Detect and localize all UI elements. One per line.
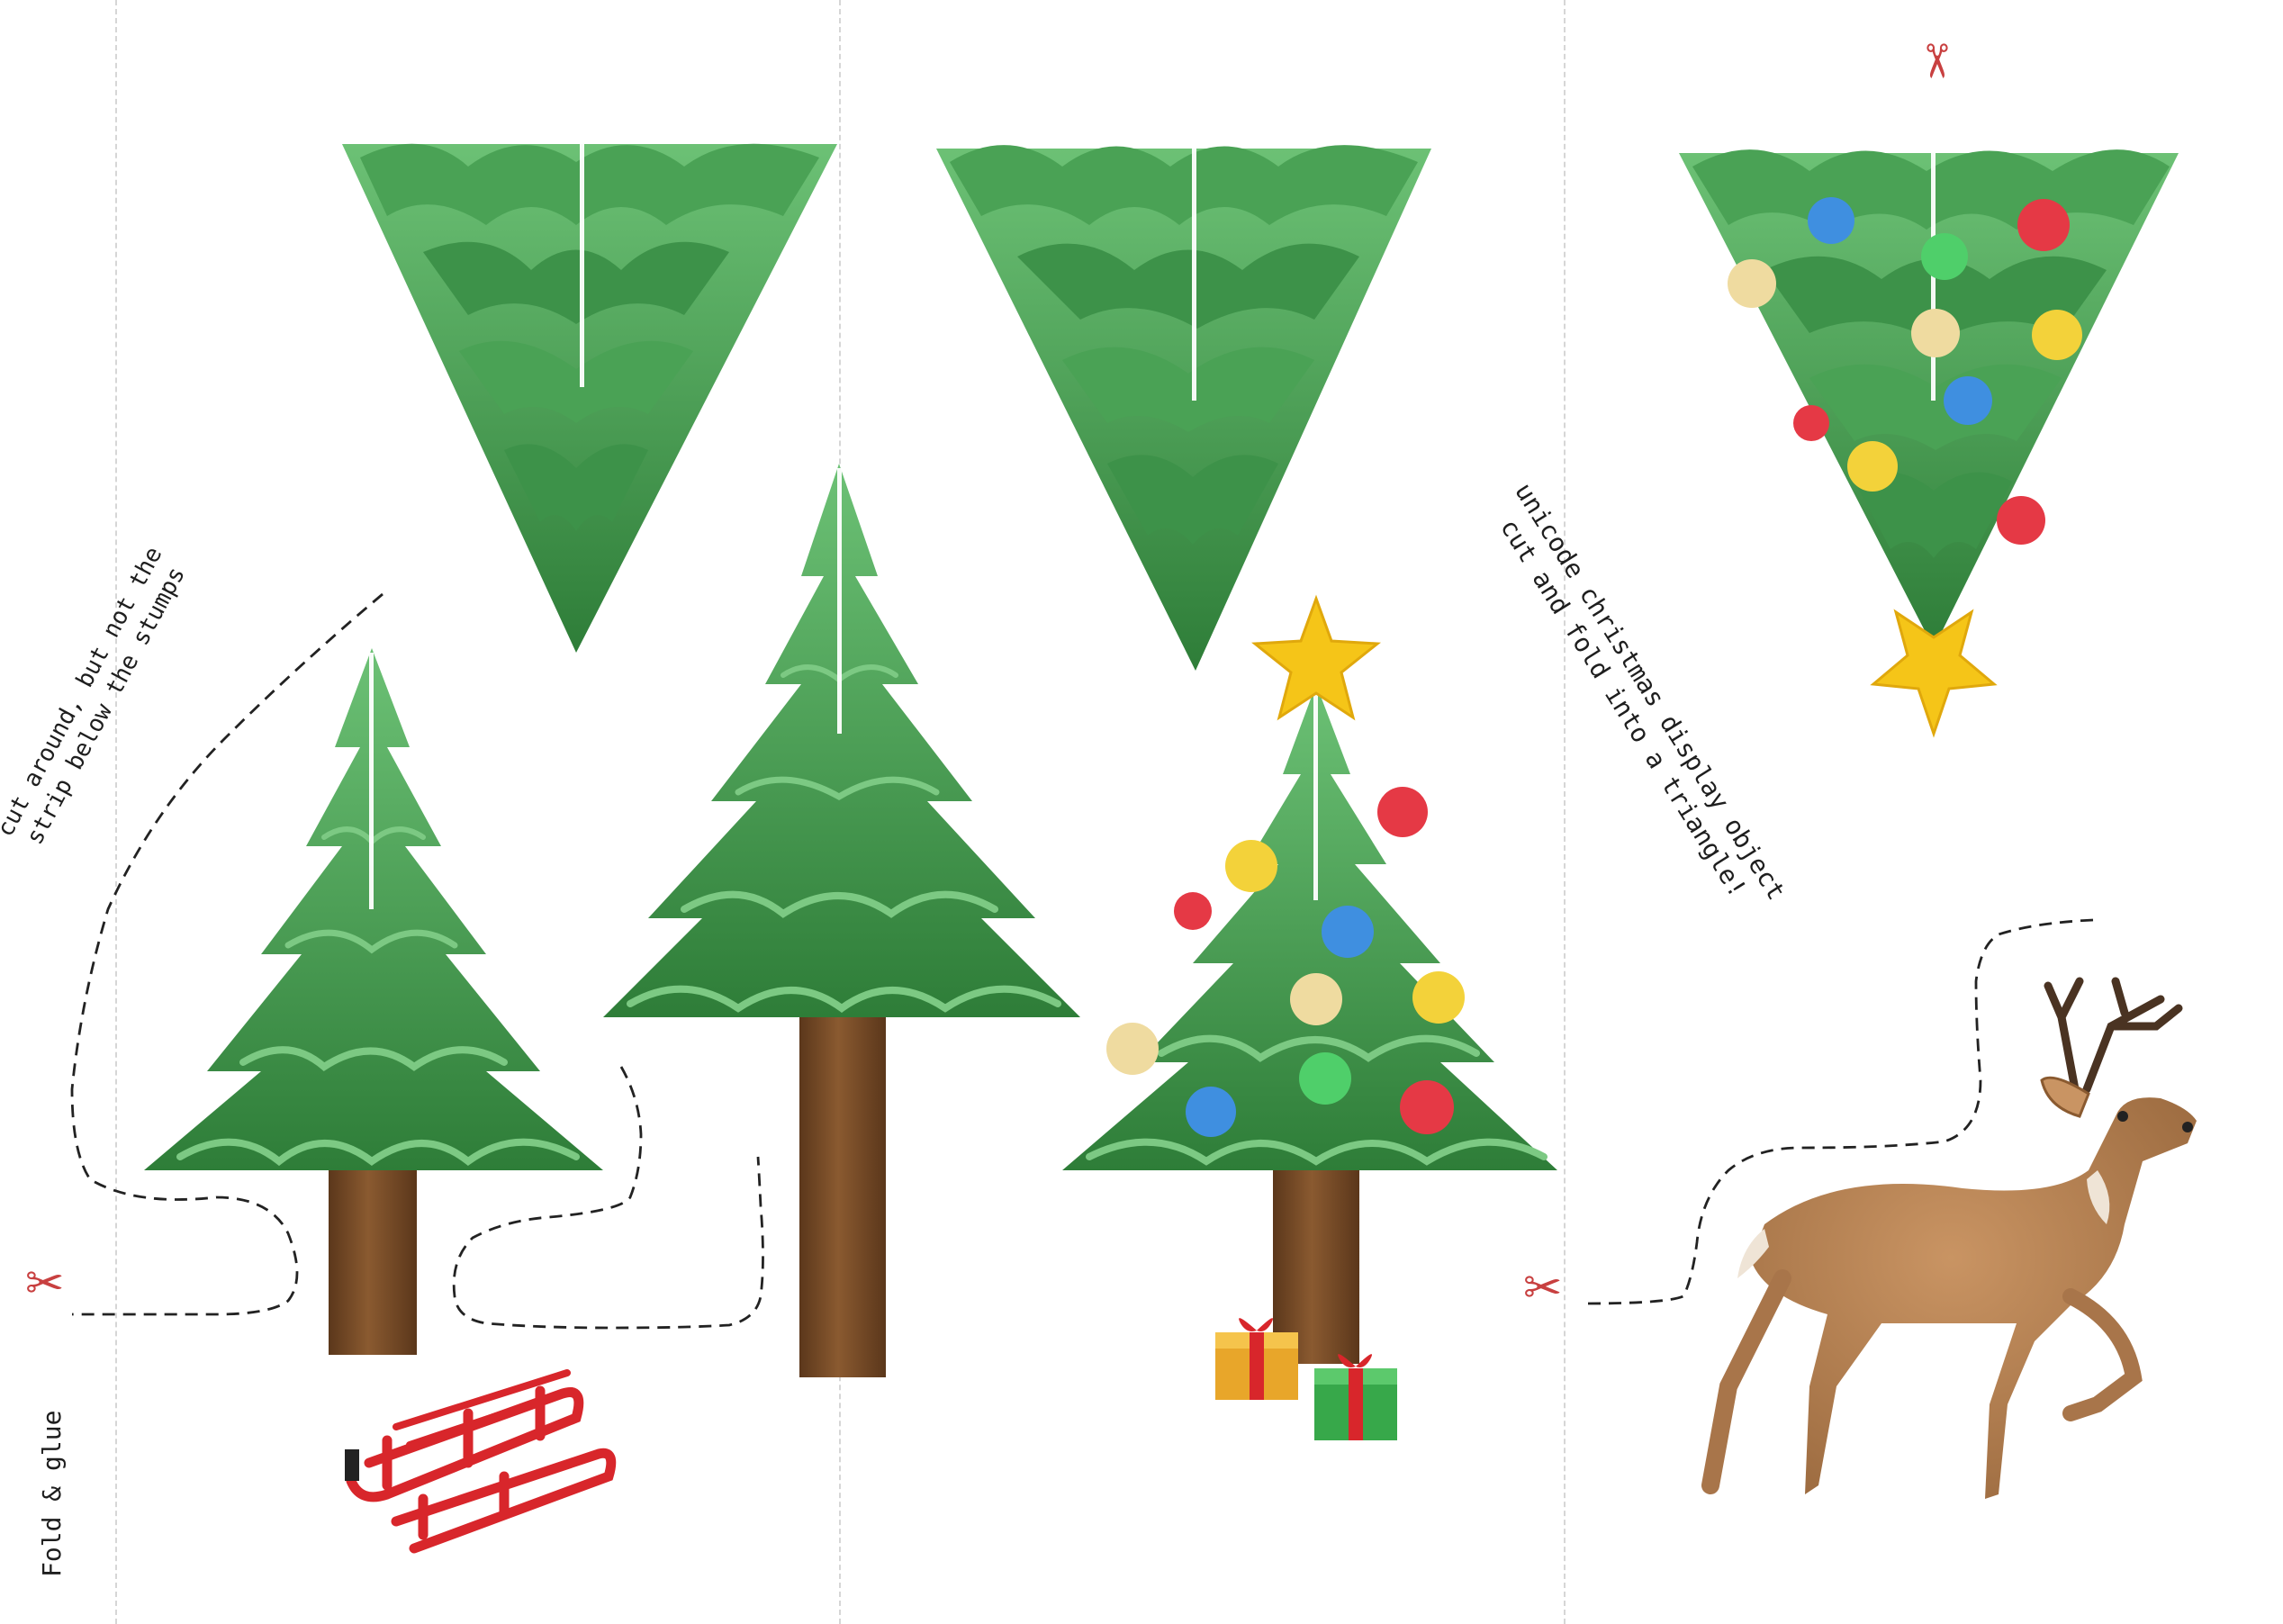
small-pine-tree xyxy=(144,648,603,1355)
scissors-icon: ✂ xyxy=(25,1257,65,1311)
sled-handle xyxy=(345,1449,359,1481)
decorated-christmas-tree xyxy=(1062,594,1557,1364)
sled xyxy=(346,1369,617,1554)
gift-box-green xyxy=(1314,1354,1397,1440)
deer xyxy=(1701,977,2197,1499)
scissors-icon: ✂ xyxy=(1523,1261,1563,1315)
fold-and-glue-text: Fold & glue xyxy=(37,1410,67,1577)
inverted-tree-top-left xyxy=(342,126,837,653)
inverted-tree-top-center xyxy=(936,135,1431,671)
tall-pine-tree xyxy=(603,464,1080,1377)
scissors-icon: ✂ xyxy=(1908,41,1963,81)
fold-and-glue-label: Fold & glue xyxy=(36,1411,68,1577)
inverted-decorated-tree xyxy=(1679,149,2179,738)
cutout-artwork xyxy=(70,126,2197,1554)
printable-sheet: ✂ ✂ ✂ cut around, but not the strip belo… xyxy=(0,0,2283,1624)
